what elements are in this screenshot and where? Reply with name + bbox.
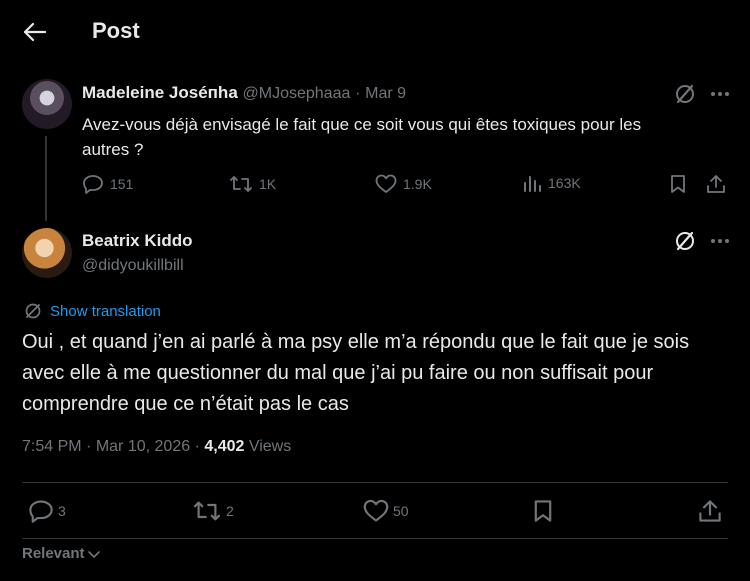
bookmark-icon: [532, 499, 554, 523]
thread-connector: [45, 136, 47, 221]
reply-icon: [82, 174, 104, 194]
show-translation-label: Show translation: [50, 302, 161, 320]
reply-button[interactable]: 151: [82, 174, 133, 194]
more-options-icon[interactable]: [710, 238, 730, 244]
like-count: 1.9K: [403, 176, 432, 192]
views-count: 163K: [548, 175, 581, 191]
repost-count: 1K: [259, 176, 277, 192]
top-bar: Post: [0, 0, 750, 66]
show-translation-link[interactable]: Show translation: [24, 302, 161, 320]
sort-replies-dropdown[interactable]: Relevant: [22, 545, 101, 562]
grok-icon: [24, 302, 42, 320]
parent-post-header: Madeleine Joséпha @MJosephaaa · Mar 9: [82, 83, 406, 103]
bookmark-icon: [669, 174, 687, 194]
back-arrow-icon[interactable]: [22, 19, 48, 45]
repost-icon: [229, 174, 253, 194]
like-button[interactable]: 50: [363, 499, 409, 523]
avatar[interactable]: [22, 79, 72, 129]
share-icon: [698, 499, 722, 523]
repost-button[interactable]: 2: [192, 499, 234, 523]
avatar[interactable]: [22, 228, 72, 278]
main-post-text: Oui , et quand j’en ai parlé à ma psy el…: [22, 331, 690, 415]
chevron-down-icon: [87, 549, 101, 559]
sort-label: Relevant: [22, 545, 85, 562]
parent-post-text: Avez-vous déjà envisagé le fait que ce s…: [82, 115, 642, 159]
heart-icon: [375, 174, 397, 194]
page-title: Post: [92, 18, 140, 43]
repost-icon: [192, 499, 222, 523]
author-name[interactable]: Madeleine Joséпha: [82, 83, 238, 102]
parent-post[interactable]: Madeleine Joséпha @MJosephaaa · Mar 9 Av…: [0, 66, 750, 221]
bookmark-button[interactable]: [669, 174, 687, 194]
meta-separator: ·: [355, 85, 361, 102]
post-page: Post Madeleine Joséпha @MJosephaaa · Mar…: [0, 0, 750, 581]
divider: [22, 482, 728, 483]
main-post-actions: 3 2 50: [22, 499, 728, 529]
meta-separator: ·: [86, 438, 92, 455]
share-icon: [706, 174, 726, 194]
share-button[interactable]: [706, 174, 726, 194]
parent-post-tools: [674, 83, 730, 105]
main-post-tools: [674, 230, 730, 252]
post-metadata: 7:54 PM · Mar 10, 2026 · 4,402 Views: [22, 438, 291, 456]
grok-icon[interactable]: [674, 83, 696, 105]
share-button[interactable]: [698, 499, 722, 523]
like-count: 50: [393, 503, 409, 519]
reply-count: 3: [58, 503, 66, 519]
reply-icon: [28, 499, 54, 523]
post-date[interactable]: Mar 10, 2026: [96, 438, 190, 455]
views-label: Views: [248, 438, 292, 455]
views-button[interactable]: 163K: [522, 174, 581, 192]
bookmark-button[interactable]: [532, 499, 554, 523]
repost-button[interactable]: 1K: [229, 174, 276, 194]
main-post-header: Beatrix Kiddo @didyoukillbill: [0, 216, 750, 286]
divider: [22, 538, 728, 539]
heart-icon: [363, 499, 389, 523]
more-options-icon[interactable]: [710, 91, 730, 97]
author-handle[interactable]: @MJosephaaa: [243, 85, 351, 102]
repost-count: 2: [226, 503, 234, 519]
author-name[interactable]: Beatrix Kiddo: [82, 231, 193, 251]
post-time[interactable]: 7:54 PM: [22, 438, 82, 455]
views-count: 4,402: [204, 438, 245, 455]
post-date[interactable]: Mar 9: [365, 85, 406, 102]
parent-post-actions: 151 1K 1.9K 163K: [82, 174, 732, 200]
grok-icon[interactable]: [674, 230, 696, 252]
reply-button[interactable]: 3: [28, 499, 66, 523]
reply-count: 151: [110, 176, 134, 192]
analytics-icon: [522, 174, 542, 192]
like-button[interactable]: 1.9K: [375, 174, 432, 194]
author-handle[interactable]: @didyoukillbill: [82, 257, 184, 275]
meta-separator: ·: [194, 438, 200, 455]
